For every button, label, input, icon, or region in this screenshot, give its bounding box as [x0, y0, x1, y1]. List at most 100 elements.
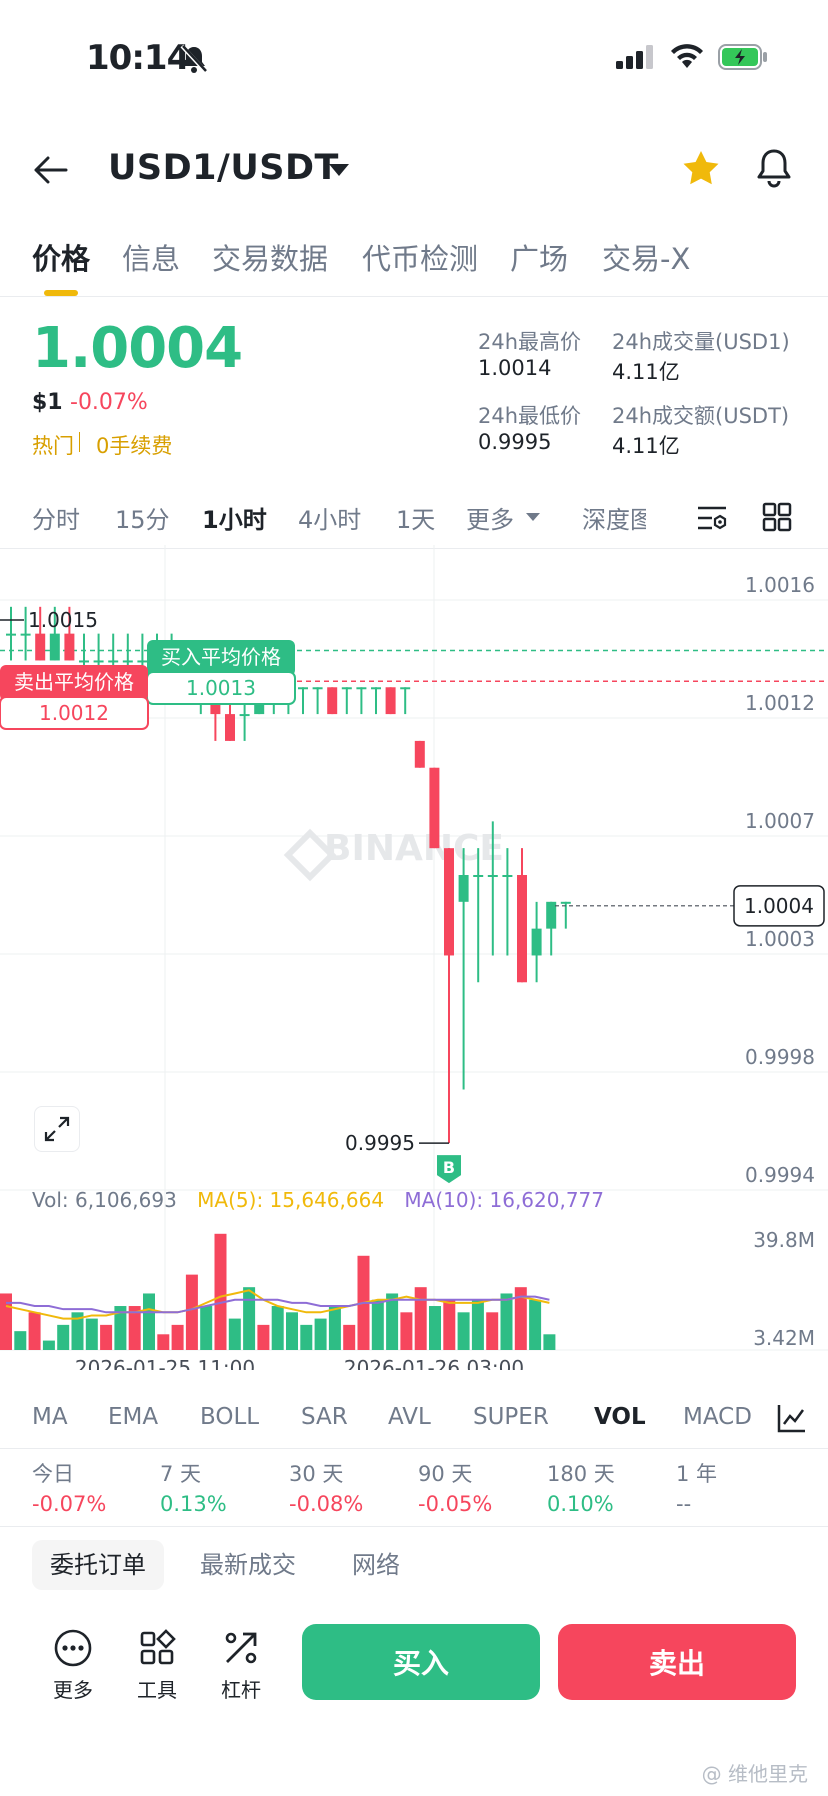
candle-body	[327, 687, 338, 715]
candle-body	[371, 687, 381, 690]
tab-info[interactable]: 信息	[122, 236, 180, 278]
expand-chart-button[interactable]	[34, 1106, 80, 1152]
perf-1y-label: 1 年	[676, 1462, 718, 1486]
min-price-label: 0.9995	[345, 1131, 415, 1155]
indicator-ema[interactable]: EMA	[108, 1404, 158, 1430]
more-button[interactable]: 更多	[38, 1628, 108, 1703]
volume-bar	[28, 1312, 41, 1350]
candle-body	[385, 687, 396, 715]
leverage-icon	[225, 1632, 257, 1664]
tab-token-check[interactable]: 代币检测	[362, 236, 478, 278]
volume-bar	[243, 1287, 256, 1350]
indicator-vol[interactable]: VOL	[594, 1404, 646, 1430]
indicator-selector: MA EMA BOLL SAR AVL SUPER VOL MACD	[0, 1404, 828, 1440]
volume-bar	[57, 1324, 70, 1350]
caret-down-icon[interactable]	[329, 164, 349, 176]
bell-off-icon	[180, 44, 208, 78]
candle-body	[122, 660, 133, 663]
candle-body	[93, 660, 104, 663]
volume-y-tick-label: 3.42M	[753, 1326, 815, 1350]
volume-bar	[400, 1312, 413, 1350]
y-tick-label: 1.0007	[745, 809, 815, 833]
tab-open-orders[interactable]: 委托订单	[32, 1540, 164, 1590]
candle-body	[473, 875, 484, 877]
candle-body	[298, 687, 308, 690]
candle-body	[6, 633, 16, 636]
sell-button[interactable]: 卖出	[558, 1624, 796, 1700]
interval-4h[interactable]: 4小时	[298, 500, 361, 535]
interval-more[interactable]: 更多	[466, 500, 514, 535]
tools-grid-icon	[140, 1629, 176, 1665]
perf-90d-label: 90 天	[418, 1462, 473, 1486]
perf-30d-label: 30 天	[289, 1462, 344, 1486]
interval-depth[interactable]: 深度图	[582, 500, 646, 535]
candlestick-chart[interactable]: 1.0016 1.0012 1.0007 1.0003 0.9998 0.9994 BINA…	[0, 545, 828, 1370]
candle-body	[517, 875, 527, 983]
indicator-super[interactable]: SUPER	[473, 1404, 549, 1430]
volume-label: 24h成交量(USD1)	[612, 330, 790, 354]
volume-bar	[42, 1340, 55, 1350]
volume-bar	[214, 1233, 227, 1350]
candle-body	[502, 875, 513, 877]
price-change-percent: -0.07%	[70, 390, 148, 415]
indicator-chart-icon[interactable]	[776, 1402, 808, 1438]
tab-latest-trades[interactable]: 最新成交	[200, 1540, 296, 1590]
price-alert-bell-icon[interactable]	[756, 148, 792, 192]
perf-30d-value: -0.08%	[289, 1492, 364, 1516]
back-arrow-icon[interactable]	[34, 156, 68, 188]
perf-180d-value: 0.10%	[547, 1492, 614, 1516]
more-label: 更多	[53, 1678, 93, 1702]
candle-body	[137, 660, 148, 663]
binance-watermark: BINANCE	[324, 828, 504, 869]
x-tick-label: 2026-01-26 03:00	[344, 1356, 524, 1370]
more-caret-icon[interactable]	[526, 513, 540, 521]
tab-network[interactable]: 网络	[352, 1540, 400, 1590]
y-tick-label: 0.9994	[745, 1163, 815, 1187]
chart-settings-icon[interactable]	[696, 502, 728, 538]
candle-body	[546, 901, 557, 929]
leverage-button[interactable]: 杠杆	[206, 1628, 276, 1703]
last-price: 1.0004	[32, 316, 243, 381]
indicator-sar[interactable]: SAR	[301, 1404, 348, 1430]
volume-bar	[100, 1324, 113, 1350]
tabs-divider	[0, 296, 828, 297]
interval-15m[interactable]: 15分	[115, 500, 170, 535]
tab-square[interactable]: 广场	[510, 236, 568, 278]
volume-bar	[228, 1318, 241, 1350]
perf-180d-label: 180 天	[547, 1462, 615, 1486]
tag-zero-fee[interactable]: 0手续费	[96, 430, 172, 460]
volume-bar	[300, 1324, 313, 1350]
tab-price[interactable]: 价格	[32, 236, 90, 278]
volume-bar	[486, 1312, 499, 1350]
volume-bar	[200, 1306, 213, 1350]
volume-bar	[143, 1293, 155, 1350]
indicator-avl[interactable]: AVL	[388, 1404, 431, 1430]
volume-bar	[157, 1334, 170, 1350]
tag-hot[interactable]: 热门	[32, 430, 74, 460]
performance-divider	[0, 1526, 828, 1527]
volume-bar	[457, 1312, 470, 1350]
volume-bar	[429, 1306, 441, 1350]
indicator-macd[interactable]: MACD	[683, 1404, 752, 1430]
candle-body	[108, 660, 119, 663]
candle-body	[560, 901, 571, 904]
tab-trade-x[interactable]: 交易-X	[602, 236, 690, 278]
interval-1h[interactable]: 1小时	[202, 500, 267, 535]
volume-bar	[271, 1306, 284, 1350]
buy-button[interactable]: 买入	[302, 1624, 540, 1700]
x-tick-label: 2026-01-25 11:00	[75, 1356, 255, 1370]
interval-line[interactable]: 分时	[32, 500, 80, 535]
star-icon[interactable]	[682, 150, 720, 190]
y-tick-label: 1.0016	[745, 573, 815, 597]
grid-layout-icon[interactable]	[762, 502, 792, 536]
vol-ma10: MA(10): 16,620,777	[404, 1188, 605, 1212]
volume-bar	[371, 1299, 384, 1350]
tab-trading-data[interactable]: 交易数据	[212, 236, 328, 278]
pair-selector[interactable]: USD1/USDT	[108, 148, 339, 188]
tools-button[interactable]: 工具	[122, 1628, 192, 1703]
interval-1d[interactable]: 1天	[396, 500, 435, 535]
indicator-boll[interactable]: BOLL	[200, 1404, 259, 1430]
indicator-ma[interactable]: MA	[32, 1404, 68, 1430]
y-tick-label: 1.0003	[745, 927, 815, 951]
volume-bar	[500, 1293, 513, 1350]
